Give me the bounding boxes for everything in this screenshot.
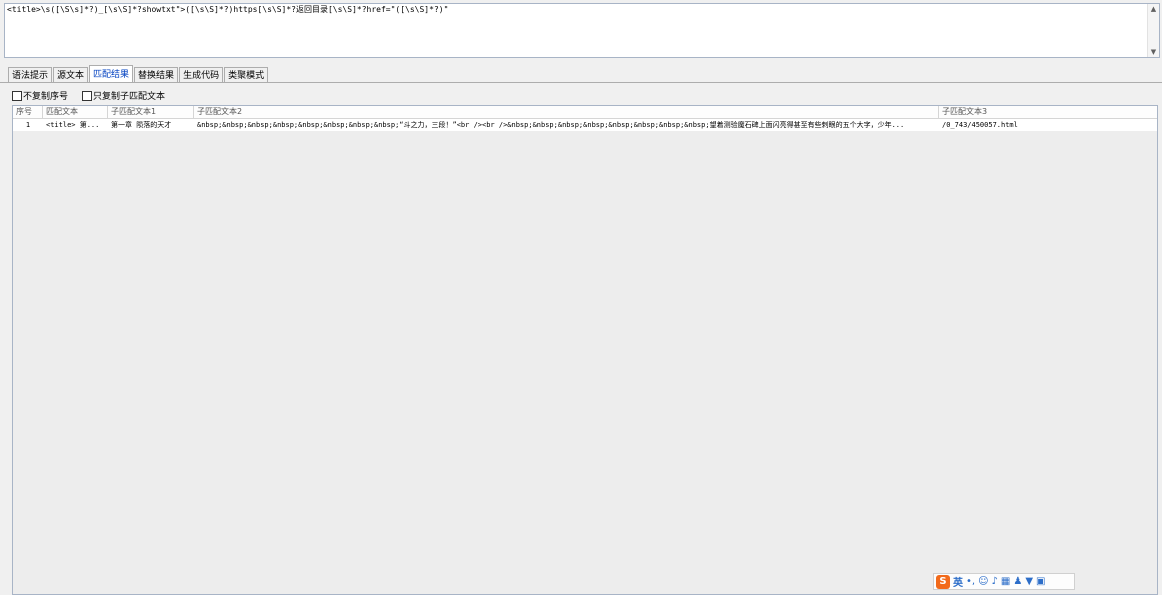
tab-match-results[interactable]: 匹配结果 <box>89 65 134 83</box>
tab-cluster-mode[interactable]: 类聚模式 <box>224 67 269 83</box>
microphone-icon[interactable]: ♪ <box>992 575 998 589</box>
column-header-index[interactable]: 序号 <box>13 106 43 118</box>
checkbox-icon[interactable] <box>12 90 22 101</box>
match-results-grid[interactable]: 序号 匹配文本 子匹配文本1 子匹配文本2 子匹配文本3 1 <title> 第… <box>12 105 1158 595</box>
toolbox-icon[interactable]: ▣ <box>1036 575 1045 589</box>
copy-sub-only-label: 只复制子匹配文本 <box>93 92 166 102</box>
tab-replace-results[interactable]: 替换结果 <box>134 67 179 83</box>
cell-sub3: /0_743/450057.html <box>942 121 1018 129</box>
scroll-down-icon[interactable]: ▼ <box>1148 47 1159 57</box>
ime-toolbar[interactable]: S 英 •, ☺ ♪ ▦ ♟ ▼ ▣ <box>933 573 1075 590</box>
regex-pattern-text[interactable]: <title>\s([\S\s]*?)_[\s\S]*?showtxt">([\… <box>7 5 1145 15</box>
skin-icon[interactable]: ▼ <box>1025 575 1033 589</box>
cell-sub2: &nbsp;&nbsp;&nbsp;&nbsp;&nbsp;&nbsp;&nbs… <box>197 121 905 129</box>
column-header-match[interactable]: 匹配文本 <box>43 106 108 118</box>
tab-source-text[interactable]: 源文本 <box>53 67 89 83</box>
cell-sub1: 第一章 陨落的天才 <box>111 121 172 129</box>
column-header-sub1[interactable]: 子匹配文本1 <box>108 106 194 118</box>
checkbox-icon[interactable] <box>82 90 93 101</box>
grid-header: 序号 匹配文本 子匹配文本1 子匹配文本2 子匹配文本3 <box>13 106 1157 119</box>
tab-generate-code[interactable]: 生成代码 <box>179 67 224 83</box>
no-copy-index-checkbox[interactable]: 不复制序号 <box>12 89 68 102</box>
regex-editor[interactable]: <title>\s([\S\s]*?)_[\s\S]*?showtxt">([\… <box>4 3 1160 58</box>
no-copy-index-label: 不复制序号 <box>23 92 69 102</box>
tab-bar: 语法提示 源文本 匹配结果 替换结果 生成代码 类聚模式 <box>8 65 269 83</box>
user-icon[interactable]: ♟ <box>1013 575 1022 589</box>
ime-language-toggle[interactable]: 英 <box>953 574 963 589</box>
cell-index: 1 <box>25 121 31 129</box>
tab-syntax-hint[interactable]: 语法提示 <box>8 67 53 83</box>
keyboard-icon[interactable]: ▦ <box>1001 575 1010 589</box>
scroll-up-icon[interactable]: ▲ <box>1148 4 1159 14</box>
column-header-sub3[interactable]: 子匹配文本3 <box>939 106 1157 118</box>
emoji-icon[interactable]: ☺ <box>978 575 988 589</box>
copy-sub-only-checkbox[interactable]: 只复制子匹配文本 <box>82 89 165 102</box>
cell-match: <title> 第... <box>46 121 100 129</box>
copy-options: 不复制序号 只复制子匹配文本 <box>12 89 165 102</box>
table-row[interactable]: 1 <title> 第... 第一章 陨落的天才 &nbsp;&nbsp;&nb… <box>13 119 1157 131</box>
tab-divider <box>0 82 1162 83</box>
punctuation-icon[interactable]: •, <box>966 575 975 589</box>
column-header-sub2[interactable]: 子匹配文本2 <box>194 106 939 118</box>
editor-scrollbar[interactable]: ▲ ▼ <box>1147 4 1159 57</box>
ime-logo[interactable]: S <box>936 574 950 589</box>
